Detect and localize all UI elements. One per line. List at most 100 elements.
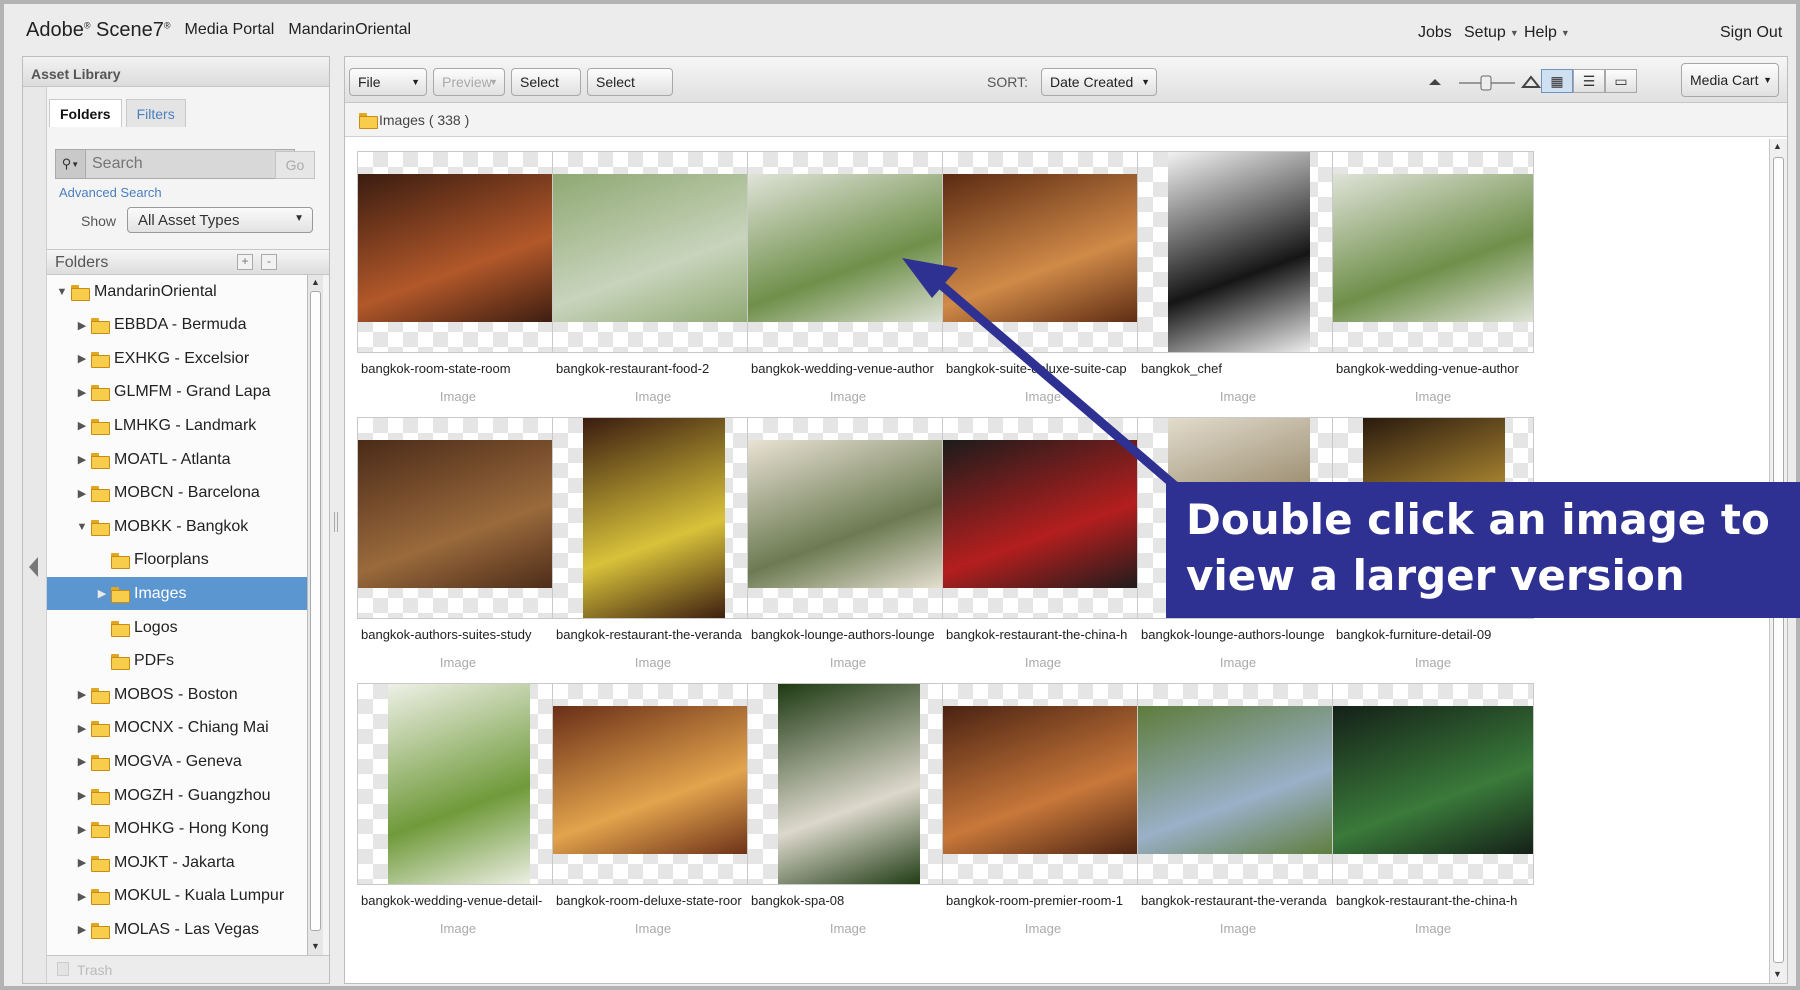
asset-thumbnail[interactable] — [357, 151, 559, 353]
asset-card[interactable]: bangkok-room-state-room Image — [357, 151, 559, 411]
asset-card[interactable]: bangkok-suite-deluxe-suite-cap Image — [942, 151, 1144, 411]
asset-image[interactable] — [1333, 706, 1533, 854]
tree-folder[interactable]: ▼ MandarinOriental — [47, 275, 307, 308]
folder-tree-scrollbar[interactable]: ▲ ▼ — [307, 275, 323, 955]
asset-card[interactable]: bangkok-lounge-authors-lounge Image — [747, 417, 949, 677]
single-view-button[interactable]: ▭ — [1605, 69, 1637, 93]
asset-thumbnail[interactable] — [357, 683, 559, 885]
asset-card[interactable]: bangkok-authors-suites-study Image — [357, 417, 559, 677]
asset-card[interactable]: bangkok-restaurant-food-2 Image — [552, 151, 754, 411]
asset-image[interactable] — [778, 684, 920, 884]
media-cart-button[interactable]: Media Cart ▼ — [1681, 63, 1779, 97]
thumbnail-size-slider[interactable] — [1425, 71, 1545, 93]
list-view-button[interactable]: ☰ — [1573, 69, 1605, 93]
asset-image[interactable] — [748, 174, 948, 322]
expand-down-icon[interactable]: ▼ — [75, 521, 89, 533]
asset-card[interactable]: bangkok_chef Image — [1137, 151, 1339, 411]
expand-right-icon[interactable]: ▶ — [75, 352, 89, 365]
asset-card[interactable]: bangkok-spa-08 Image — [747, 683, 949, 943]
asset-card[interactable]: bangkok-wedding-venue-author Image — [1332, 151, 1534, 411]
tree-folder[interactable]: ▶ MOCNX - Chiang Mai — [47, 712, 307, 745]
expand-right-icon[interactable]: ▶ — [75, 890, 89, 903]
asset-thumbnail[interactable] — [357, 417, 559, 619]
tree-folder[interactable]: ▶ MOGZH - Guangzhou — [47, 779, 307, 812]
panel-splitter[interactable] — [334, 512, 338, 532]
asset-image[interactable] — [943, 174, 1143, 322]
tree-folder[interactable]: ▶ Images — [47, 577, 307, 611]
asset-image[interactable] — [1168, 152, 1310, 352]
setup-menu[interactable]: Setup ▼ — [1464, 24, 1519, 42]
search-input[interactable] — [86, 151, 266, 177]
tree-folder[interactable]: ▶ EXHKG - Excelsior — [47, 342, 307, 375]
asset-thumbnail[interactable] — [1332, 151, 1534, 353]
tree-folder[interactable]: Floorplans — [47, 544, 307, 577]
tree-folder[interactable]: ▶ MOGVA - Geneva — [47, 745, 307, 778]
go-button[interactable]: Go — [275, 151, 315, 179]
asset-image[interactable] — [1333, 174, 1533, 322]
search-icon[interactable]: ⚲ ▼ — [56, 150, 86, 178]
advanced-search-link[interactable]: Advanced Search — [59, 185, 162, 200]
tree-folder[interactable]: ▶ MOKUL - Kuala Lumpur — [47, 880, 307, 913]
scrollbar-thumb[interactable] — [310, 291, 321, 931]
grid-view-button[interactable]: ▦ — [1541, 69, 1573, 93]
jobs-link[interactable]: Jobs — [1418, 24, 1452, 42]
expand-right-icon[interactable]: ▶ — [75, 856, 89, 869]
remove-folder-button[interactable]: - — [261, 254, 277, 270]
asset-card[interactable]: bangkok-restaurant-the-china-h Image — [942, 417, 1144, 677]
asset-image[interactable] — [553, 706, 753, 854]
asset-thumbnail[interactable] — [1137, 151, 1339, 353]
asset-image[interactable] — [388, 684, 530, 884]
tree-folder[interactable]: ▶ MOLAS - Las Vegas — [47, 913, 307, 946]
asset-image[interactable] — [583, 418, 725, 618]
tab-filters[interactable]: Filters — [125, 99, 186, 127]
expand-right-icon[interactable]: ▶ — [75, 487, 89, 500]
expand-right-icon[interactable]: ▶ — [75, 755, 89, 768]
tree-folder[interactable]: ▶ EBBDA - Bermuda — [47, 309, 307, 342]
tree-folder[interactable]: ▶ MOJKT - Jakarta — [47, 846, 307, 879]
asset-thumbnail[interactable] — [942, 417, 1144, 619]
asset-image[interactable] — [358, 174, 558, 322]
asset-thumbnail[interactable] — [1332, 683, 1534, 885]
expand-right-icon[interactable]: ▶ — [95, 587, 109, 600]
expand-right-icon[interactable]: ▶ — [75, 319, 89, 332]
expand-right-icon[interactable]: ▶ — [75, 789, 89, 802]
asset-card[interactable]: bangkok-restaurant-the-veranda Image — [552, 417, 754, 677]
select-all-button[interactable]: Select All — [511, 68, 581, 116]
asset-card[interactable]: bangkok-restaurant-the-veranda Image — [1137, 683, 1339, 943]
asset-image[interactable] — [943, 706, 1143, 854]
tree-folder[interactable]: ▶ MOHKG - Hong Kong — [47, 813, 307, 846]
tree-folder[interactable]: ▼ MOBKK - Bangkok — [47, 510, 307, 543]
tree-folder[interactable]: PDFs — [47, 645, 307, 678]
asset-card[interactable]: bangkok-wedding-venue-author Image — [747, 151, 949, 411]
tree-folder[interactable]: ▶ LMHKG - Landmark — [47, 409, 307, 442]
tree-folder[interactable]: Logos — [47, 611, 307, 644]
help-menu[interactable]: Help ▼ — [1524, 24, 1570, 42]
trash-folder[interactable]: Trash — [47, 955, 329, 983]
asset-card[interactable]: bangkok-wedding-venue-detail- Image — [357, 683, 559, 943]
expand-right-icon[interactable]: ▶ — [75, 386, 89, 399]
asset-thumbnail[interactable] — [942, 683, 1144, 885]
expand-right-icon[interactable]: ▶ — [75, 419, 89, 432]
asset-thumbnail[interactable] — [1137, 683, 1339, 885]
asset-type-select[interactable]: All Asset Types ▼ — [127, 207, 313, 233]
scroll-up-icon[interactable]: ▲ — [1773, 141, 1782, 151]
asset-thumbnail[interactable] — [552, 683, 754, 885]
tree-folder[interactable]: ▶ MOBCN - Barcelona — [47, 477, 307, 510]
expand-right-icon[interactable]: ▶ — [75, 453, 89, 466]
sign-out-link[interactable]: Sign Out — [1720, 24, 1782, 42]
asset-card[interactable]: bangkok-restaurant-the-china-h Image — [1332, 683, 1534, 943]
expand-right-icon[interactable]: ▶ — [75, 823, 89, 836]
asset-thumbnail[interactable] — [747, 151, 949, 353]
collapse-panel-strip[interactable] — [23, 87, 47, 983]
tree-folder[interactable]: ▶ MOATL - Atlanta — [47, 443, 307, 476]
expand-right-icon[interactable]: ▶ — [75, 722, 89, 735]
asset-image[interactable] — [553, 174, 753, 322]
tab-folders[interactable]: Folders — [49, 99, 122, 127]
scroll-up-icon[interactable]: ▲ — [311, 277, 320, 287]
asset-thumbnail[interactable] — [747, 683, 949, 885]
scroll-down-icon[interactable]: ▼ — [311, 941, 320, 951]
tree-folder[interactable]: ▶ GLMFM - Grand Lapa — [47, 376, 307, 409]
expand-right-icon[interactable]: ▶ — [75, 688, 89, 701]
preview-button[interactable]: Preview ▼ — [433, 68, 505, 96]
asset-image[interactable] — [943, 440, 1143, 588]
